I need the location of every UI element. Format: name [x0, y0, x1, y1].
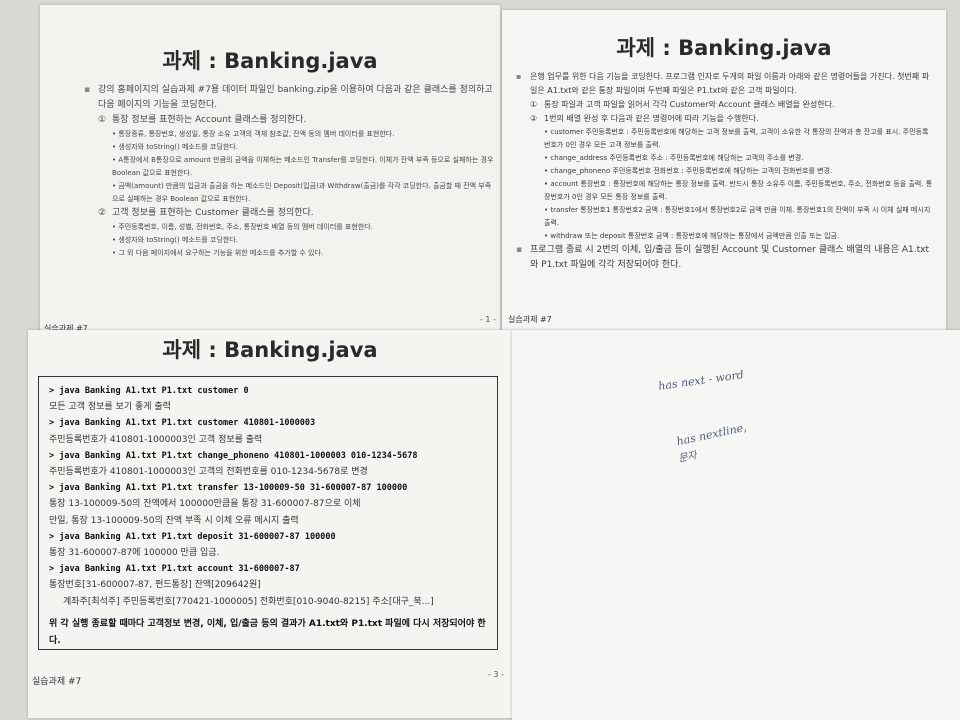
command-line: > java Banking A1.txt P1.txt deposit 31-… [49, 531, 336, 542]
page-3-number: - 3 - [488, 670, 504, 679]
customer-item: • 그 외 다음 페이지에서 요구하는 기능을 위한 메소드를 추가할 수 있다… [112, 249, 324, 257]
command-line: > java Banking A1.txt P1.txt account 31-… [49, 564, 300, 575]
command-line: > java Banking A1.txt P1.txt change_phon… [49, 450, 418, 461]
command-item: • account 통장번호 : 통장번호에 해당하는 통장 정보를 출력. 반… [544, 180, 933, 201]
page-1-body: ▪ 강의 홈페이지의 실습과제 #7용 데이터 파일인 banking.zip을 … [84, 83, 494, 260]
page-2-intro: ▪ 은행 업무를 위한 다음 기능을 코딩한다. 프로그램 인자로 두개의 파일 … [516, 72, 930, 95]
command-item: • transfer 통장번호1 통장번호2 금액 : 통장번호1에서 통장번호… [544, 206, 931, 227]
customer-item: • 생성자와 toString() 메소드를 코딩한다. [112, 236, 238, 244]
command-item: • change_phoneno 주민등록번호 전화번호 : 주민등록번호에 해… [544, 167, 833, 175]
customer-heading: ② 고객 정보를 표현하는 Customer 클래스를 정의한다. [98, 208, 314, 218]
page-4: has next - word has nextline, 문자 [512, 330, 960, 720]
output-line: 만일, 통장 13-100009-50의 잔액 부족 시 이체 오류 메시지 출… [49, 515, 299, 526]
page-3-title: 과제 : Banking.java [162, 338, 378, 362]
account-item: • 생성자와 toString() 메소드를 코딩한다. [112, 143, 238, 151]
page-2-body: ▪ 은행 업무를 위한 다음 기능을 코딩한다. 프로그램 인자로 두개의 파일 … [516, 70, 934, 273]
output-line: 모든 고객 정보를 보기 좋게 출력 [49, 402, 171, 413]
output-line: 통장 31-600007-87에 100000 만큼 입금. [49, 548, 220, 559]
page-1-intro: ▪ 강의 홈페이지의 실습과제 #7용 데이터 파일인 banking.zip을 … [84, 85, 493, 110]
output-line: 계좌주[최석주] 주민등록번호[770421-1000005] 전화번호[010… [63, 596, 434, 607]
account-heading: ① 통장 정보를 표현하는 Account 클래스를 정의한다. [98, 115, 307, 125]
command-item: • change_address 주민등록번호 주소 : 주민등록번호에 해당하… [544, 154, 804, 162]
output-line: 통장번호[31-600007-87, 펀드통장] 잔액[209642원] [49, 580, 261, 591]
command-line: > java Banking A1.txt P1.txt customer 0 [49, 386, 249, 396]
page-2-final-note: ▪ 프로그램 종료 시 2번의 이체, 입/출금 등이 실행된 Account 및… [516, 245, 929, 270]
handwritten-note-1: has next - word [657, 368, 745, 393]
account-item: • 금액(amount) 만큼의 입금과 출금을 하는 메소드인 Deposit… [112, 182, 492, 203]
step-2: ② 1번의 배열 완성 후 다음과 같은 명령어에 따라 기능을 수행한다. [530, 114, 759, 123]
output-line: 주민등록번호가 410801-1000003인 고객의 전화번호를 010-12… [49, 467, 368, 478]
page-2-footer: 실습과제 #7 [508, 315, 552, 324]
output-line: 주민등록번호가 410801-1000003인 고객 정보를 출력 [49, 434, 263, 445]
page-3: 과제 : Banking.java > java Banking A1.txt … [28, 330, 512, 718]
example-box: > java Banking A1.txt P1.txt customer 0 모… [38, 376, 498, 650]
page-3-footer: 실습과제 #7 [32, 677, 82, 687]
page-1-number: - 1 - [480, 315, 496, 324]
step-1: ① 통장 파일과 고객 파일을 읽어서 각각 Customer와 Account … [530, 100, 835, 109]
page-1-title: 과제 : Banking.java [162, 49, 378, 73]
page-2: 과제 : Banking.java ▪ 은행 업무를 위한 다음 기능을 코딩한다… [502, 10, 946, 330]
account-item: • A통장에서 B통장으로 amount 만큼의 금액을 이체하는 메소드인 T… [112, 156, 494, 177]
output-line: 통장 13-100009-50의 잔액에서 100000만큼을 통장 31-60… [49, 499, 361, 510]
customer-item: • 주민등록번호, 이름, 성별, 전화번호, 주소, 통장번호 배열 등의 멤… [112, 223, 373, 231]
command-item: • withdraw 또는 deposit 통장번호 금액 : 통장번호에 해당… [544, 232, 840, 240]
handwritten-note-2: has nextline, [675, 420, 748, 449]
account-item: • 통장종류, 통장번호, 생성일, 통장 소유 고객의 객체 참조값, 잔액 … [112, 130, 395, 138]
example-lines: > java Banking A1.txt P1.txt customer 0 모… [49, 383, 487, 610]
command-line: > java Banking A1.txt P1.txt transfer 13… [49, 483, 408, 494]
command-item: • customer 주민등록번호 : 주민등록번호에 해당하는 고객 정보를 … [544, 128, 929, 149]
page-2-title: 과제 : Banking.java [616, 36, 832, 60]
handwritten-note-3: 문자 [677, 450, 698, 465]
command-line: > java Banking A1.txt P1.txt customer 41… [49, 418, 316, 429]
save-note: 위 각 실행 종료할 때마다 고객정보 변경, 이체, 입/출금 등의 결과가 … [49, 618, 486, 646]
page-1: 과제 : Banking.java ▪ 강의 홈페이지의 실습과제 #7용 데이터… [40, 5, 500, 335]
